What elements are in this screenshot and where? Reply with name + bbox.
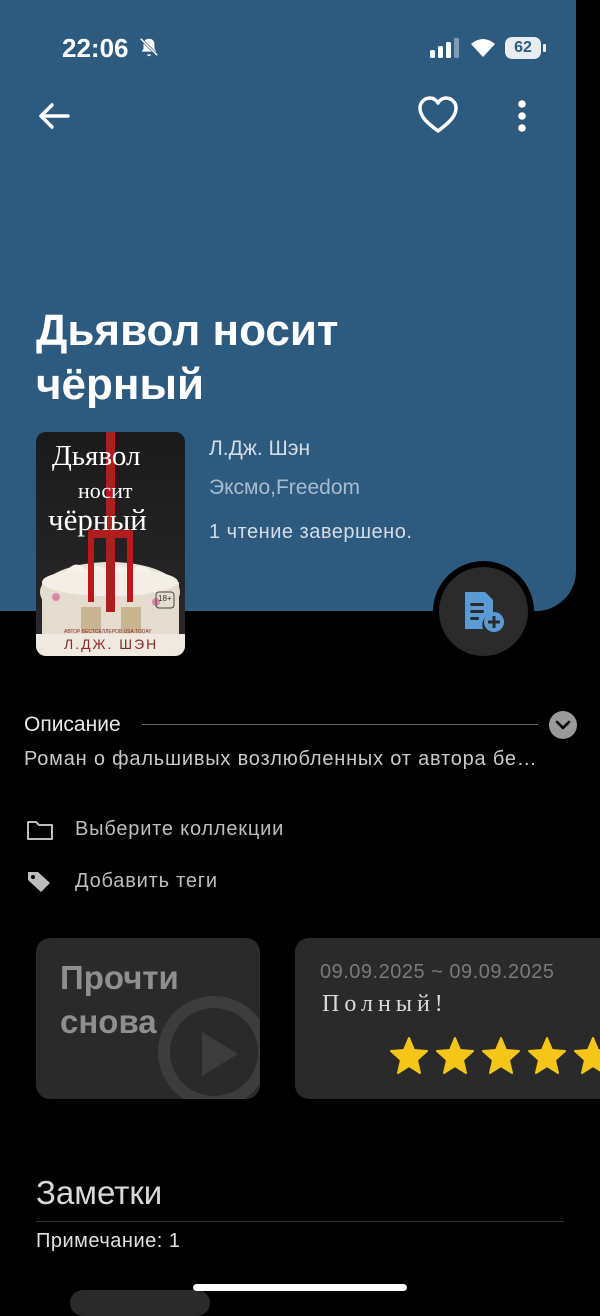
battery-level: 62 (505, 37, 541, 59)
star-icon (436, 1037, 474, 1074)
bell-muted-icon (139, 37, 159, 57)
note-chip[interactable] (70, 1290, 210, 1316)
tags-icon (28, 872, 50, 892)
add-record-button[interactable] (439, 567, 528, 656)
signal-icon (430, 38, 459, 58)
star-icon (482, 1037, 520, 1074)
reading-record-card[interactable]: 09.09.2025 ~ 09.09.2025 Полный! (295, 938, 600, 1099)
star-icon (528, 1037, 566, 1074)
back-arrow-icon[interactable] (34, 96, 74, 136)
status-time: 22:06 (62, 33, 129, 63)
cover-title-line1: Дьявол (52, 440, 141, 472)
description-expand-button[interactable] (549, 711, 577, 739)
cover-tagline: АВТОР БЕСТСЕЛЛЕРОВ USA TODAY (64, 629, 152, 635)
reads-status: 1 чтение завершено. (209, 521, 413, 543)
chevron-down-icon (555, 720, 571, 730)
notes-divider (36, 1221, 564, 1222)
favorite-heart-icon[interactable] (416, 94, 460, 136)
reading-status: Полный! (322, 991, 448, 1017)
description-text[interactable]: Роман о фальшивых возлюбленных от автора… (24, 748, 572, 771)
play-icon (158, 996, 260, 1099)
rating-stars (389, 1036, 600, 1081)
cover-title-line3: чёрный (48, 502, 147, 537)
book-title: Дьявол носит чёрный (36, 306, 339, 409)
wifi-icon (471, 39, 495, 57)
description-divider (142, 724, 538, 725)
home-indicator[interactable] (193, 1284, 407, 1291)
cover-title-line2: носит (78, 478, 133, 503)
cover-author: Л.ДЖ. ШЭН (64, 636, 159, 652)
book-author[interactable]: Л.Дж. Шэн (209, 437, 310, 461)
folder-icon (27, 821, 53, 840)
book-cover[interactable]: Дьявол носит чёрный 18+ АВТОР БЕСТСЕЛЛЕР… (36, 432, 185, 656)
star-icon (390, 1037, 428, 1074)
notes-title: Заметки (36, 1174, 163, 1211)
description-label: Описание (24, 713, 121, 736)
select-collections-button[interactable]: Выберите коллекции (75, 818, 284, 841)
add-tags-button[interactable]: Добавить теги (75, 870, 218, 893)
battery-indicator: 62 (505, 37, 547, 59)
book-publisher[interactable]: Эксмо,Freedom (209, 476, 360, 500)
notes-count: Примечание: 1 (36, 1230, 181, 1252)
more-options-icon[interactable] (506, 96, 538, 136)
cover-age-badge: 18+ (158, 594, 172, 603)
add-document-icon (465, 592, 504, 632)
star-icon (574, 1037, 600, 1074)
reread-button[interactable]: Прочти снова (36, 938, 260, 1099)
reading-date-range: 09.09.2025 ~ 09.09.2025 (320, 961, 555, 983)
